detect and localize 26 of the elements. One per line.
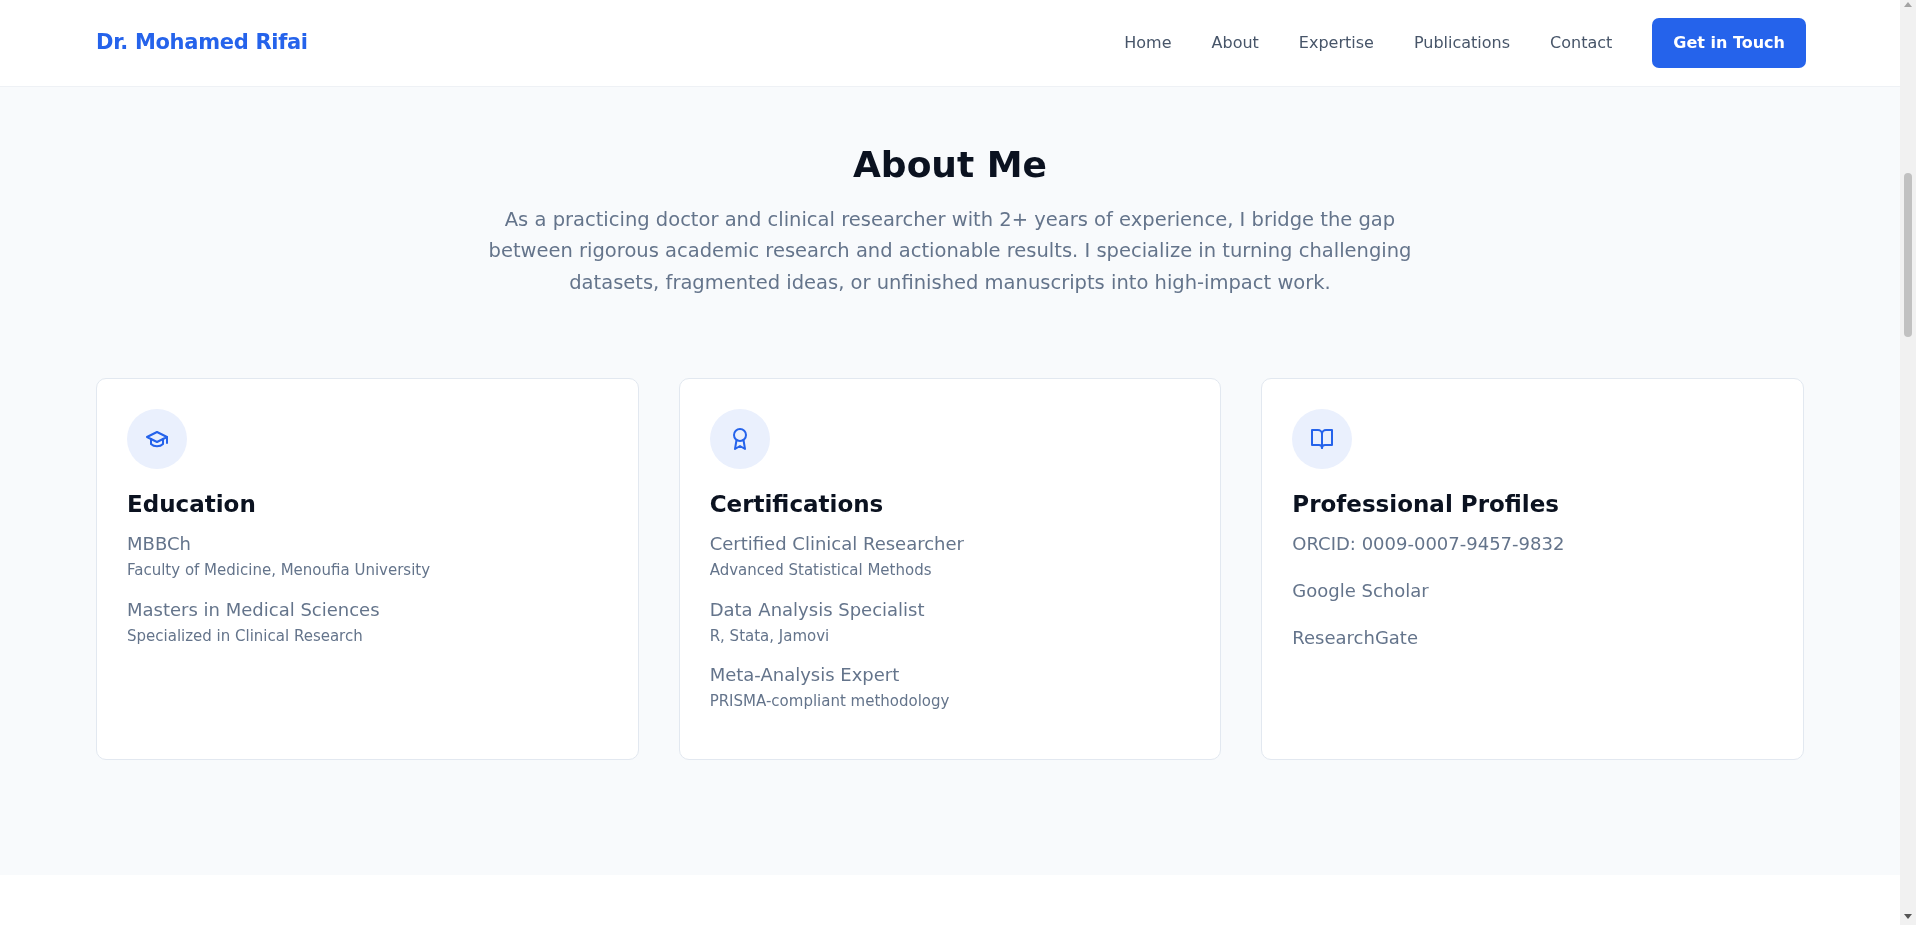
profile-link[interactable]: ResearchGate	[1292, 624, 1773, 652]
brand-link[interactable]: Dr. Mohamed Rifai	[96, 27, 308, 59]
book-icon	[1310, 426, 1335, 451]
nav-link[interactable]: About	[1191, 31, 1279, 55]
item-title: Data Analysis Specialist	[709, 597, 926, 622]
nav-link[interactable]: Publications	[1393, 31, 1531, 55]
section-title: About Me	[852, 143, 1048, 187]
card-title: Education	[127, 490, 257, 519]
intro-paragraph: As a practicing doctor and clinical researcher with 2+ years of experience, I bridge the gap between rigorous academic research and actionable results. I specialize in turning challenging datasets, fragmented ideas, or unfinished manuscripts into high-impact work.	[487, 207, 1413, 296]
item-detail: Advanced Statistical Methods	[709, 560, 933, 582]
profile-link[interactable]: ORCID: 0009-0007-9457-9832	[1292, 530, 1773, 558]
item-detail: R, Stata, Jamovi	[709, 625, 831, 647]
card-title: Certifications	[709, 490, 885, 519]
card-title: Professional Profiles	[1292, 490, 1560, 519]
item-title: Certified Clinical Researcher	[709, 532, 965, 557]
item-detail: PRISMA-compliant methodology	[709, 691, 951, 713]
item-title: Meta-Analysis Expert	[709, 663, 901, 688]
item-detail: Specialized in Clinical Research	[127, 625, 364, 647]
item-title: Masters in Medical Sciences	[127, 597, 381, 622]
nav-link[interactable]: Expertise	[1278, 31, 1394, 55]
nav-link[interactable]: Contact	[1530, 31, 1633, 55]
profile-link[interactable]: Google Scholar	[1292, 577, 1773, 605]
get-in-touch-button[interactable]: Get in Touch	[1652, 18, 1806, 68]
item-title: MBBCh	[127, 532, 192, 557]
item-detail: Faculty of Medicine, Menoufia University	[127, 560, 432, 582]
nav-link[interactable]: Home	[1104, 31, 1192, 55]
